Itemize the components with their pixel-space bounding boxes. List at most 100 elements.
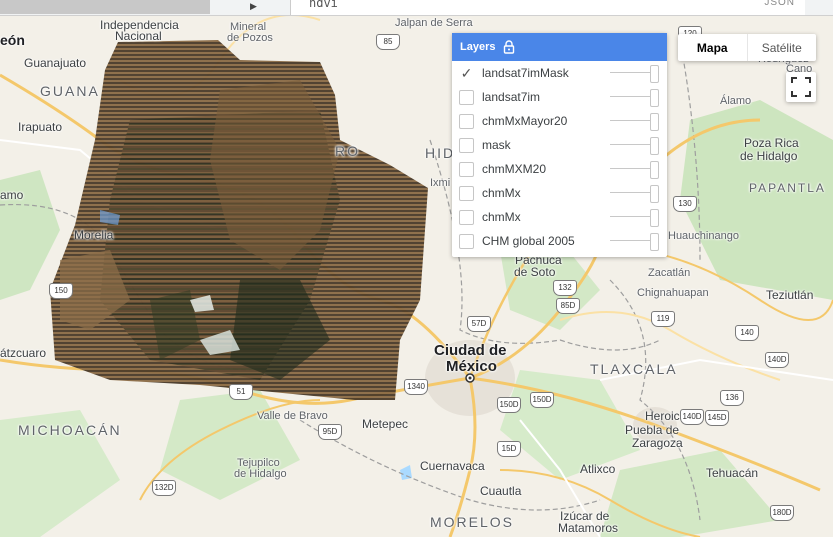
map-label-irapuato: Irapuato bbox=[18, 120, 63, 134]
opacity-slider-track[interactable] bbox=[610, 216, 650, 217]
map-label-de-pozos: de Pozos bbox=[227, 32, 273, 44]
layer-row[interactable]: chmMx bbox=[452, 205, 667, 229]
map-label-tejupilco-de-hidalgo: de Hidalgo bbox=[234, 468, 287, 480]
layers-panel-title: Layers bbox=[460, 41, 496, 53]
json-format-label[interactable]: JSON bbox=[764, 0, 795, 8]
layer-row[interactable]: chmMXM20 bbox=[452, 157, 667, 181]
layer-row[interactable]: chmMxMayor20 bbox=[452, 109, 667, 133]
map-label-zacatlan: Zacatlán bbox=[648, 267, 691, 279]
map-label-nacional: Nacional bbox=[115, 29, 162, 43]
layer-name: mask bbox=[482, 138, 511, 152]
layer-name: chmMXM20 bbox=[482, 162, 547, 176]
layer-checkbox[interactable] bbox=[459, 137, 474, 153]
map-label-huauchinango: Huauchinango bbox=[668, 230, 739, 242]
horizontal-scrollbar[interactable] bbox=[0, 0, 210, 14]
road-shield: 51 bbox=[229, 384, 253, 400]
road-shield: 145D bbox=[705, 410, 729, 426]
road-shield: 85D bbox=[556, 298, 580, 314]
map-type-satellite-button[interactable]: Satélite bbox=[748, 34, 817, 61]
road-shield: 180D bbox=[770, 505, 794, 521]
code-editor-strip: ▶ ndvi JSON bbox=[0, 0, 833, 16]
road-shield: 95D bbox=[318, 424, 342, 440]
opacity-slider-thumb[interactable] bbox=[650, 137, 659, 155]
city-marker-icon bbox=[465, 373, 475, 383]
road-shield: 1340 bbox=[404, 379, 428, 395]
road-shield: 140D bbox=[765, 352, 789, 368]
layer-name: chmMxMayor20 bbox=[482, 114, 568, 128]
map-label-de-soto: de Soto bbox=[514, 265, 556, 279]
opacity-slider-thumb[interactable] bbox=[650, 185, 659, 203]
map-canvas[interactable]: Independencia Nacional Mineral de Pozos … bbox=[0, 0, 833, 537]
layers-panel: Layers ✓ landsat7imMask landsat7im chmMxMay… bbox=[452, 33, 667, 257]
map-label-leon: eón bbox=[0, 32, 25, 48]
layer-name: landsat7imMask bbox=[482, 66, 569, 80]
layer-row[interactable]: mask bbox=[452, 133, 667, 157]
map-label-teziutlan: Teziutlán bbox=[766, 288, 814, 302]
landsat-overlay bbox=[50, 40, 428, 400]
opacity-slider-track[interactable] bbox=[610, 96, 650, 97]
road-shield: 132D bbox=[152, 480, 176, 496]
code-output-box[interactable]: ndvi JSON bbox=[290, 0, 805, 15]
road-shield: 140D bbox=[680, 409, 704, 425]
map-label-patzcuaro: átzcuaro bbox=[0, 346, 47, 360]
opacity-slider-track[interactable] bbox=[610, 144, 650, 145]
fullscreen-button[interactable] bbox=[786, 72, 816, 102]
fullscreen-icon bbox=[791, 77, 811, 97]
road-shield: 132 bbox=[553, 280, 577, 296]
map-label-state-queretaro: RO bbox=[335, 143, 360, 159]
map-label-puebla-de: Puebla de bbox=[625, 423, 680, 437]
road-shield: 15D bbox=[497, 441, 521, 457]
map-label-state-morelos: MORELOS bbox=[430, 514, 515, 530]
map-label-guanajuato: Guanajuato bbox=[24, 56, 87, 70]
map-label-cuautla: Cuautla bbox=[480, 484, 522, 498]
map-label-atlixco: Atlixco bbox=[580, 462, 616, 476]
layer-row[interactable]: ✓ landsat7imMask bbox=[452, 61, 667, 85]
map-type-map-button[interactable]: Mapa bbox=[678, 34, 748, 61]
map-type-control: Mapa Satélite bbox=[678, 34, 816, 61]
opacity-slider-thumb[interactable] bbox=[650, 209, 659, 227]
layers-panel-header[interactable]: Layers bbox=[452, 33, 667, 61]
opacity-slider-track[interactable] bbox=[610, 72, 650, 73]
opacity-slider-thumb[interactable] bbox=[650, 89, 659, 107]
layer-row[interactable]: CHM global 2005 bbox=[452, 229, 667, 253]
map-label-poza-rica: Poza Rica bbox=[744, 136, 799, 150]
map-label-tehuacan: Tehuacán bbox=[706, 466, 759, 480]
map-label-ixmiquilpan: Ixmi bbox=[430, 177, 451, 189]
layer-name: CHM global 2005 bbox=[482, 234, 575, 248]
layer-checkbox[interactable] bbox=[459, 89, 474, 105]
map-label-chignahuapan: Chignahuapan bbox=[637, 287, 709, 299]
road-shield: 119 bbox=[651, 311, 675, 327]
opacity-slider-thumb[interactable] bbox=[650, 65, 659, 83]
layer-row[interactable]: chmMx bbox=[452, 181, 667, 205]
layer-name: landsat7im bbox=[482, 90, 541, 104]
opacity-slider-track[interactable] bbox=[610, 168, 650, 169]
road-shield: 150 bbox=[49, 283, 73, 299]
map-label-state-guanajuato: GUANA bbox=[40, 83, 100, 99]
layer-checkbox[interactable]: ✓ bbox=[459, 65, 474, 81]
opacity-slider-track[interactable] bbox=[610, 240, 650, 241]
layer-checkbox[interactable] bbox=[459, 113, 474, 129]
layer-checkbox[interactable] bbox=[459, 209, 474, 225]
layer-row[interactable]: landsat7im bbox=[452, 85, 667, 109]
map-label-zaragoza: Zaragoza bbox=[632, 436, 683, 450]
opacity-slider-track[interactable] bbox=[610, 192, 650, 193]
map-label-metepec: Metepec bbox=[362, 417, 409, 431]
map-label-matamoros: Matamoros bbox=[558, 521, 619, 535]
basemap-graphics bbox=[0, 14, 833, 537]
road-shield: 140 bbox=[735, 325, 759, 341]
layer-name: chmMx bbox=[482, 186, 521, 200]
opacity-slider-track[interactable] bbox=[610, 120, 650, 121]
opacity-slider-thumb[interactable] bbox=[650, 161, 659, 179]
map-label-state-hidalgo: HID bbox=[425, 145, 456, 161]
opacity-slider-thumb[interactable] bbox=[650, 233, 659, 251]
road-shield: 150D bbox=[530, 392, 554, 408]
code-variable-name: ndvi bbox=[309, 0, 338, 10]
road-shield: 85 bbox=[376, 34, 400, 50]
road-shield: 150D bbox=[497, 397, 521, 413]
scroll-right-icon[interactable]: ▶ bbox=[250, 1, 257, 12]
layer-checkbox[interactable] bbox=[459, 161, 474, 177]
layer-checkbox[interactable] bbox=[459, 185, 474, 201]
opacity-slider-thumb[interactable] bbox=[650, 113, 659, 131]
lock-icon[interactable] bbox=[503, 40, 515, 54]
layer-checkbox[interactable] bbox=[459, 233, 474, 249]
